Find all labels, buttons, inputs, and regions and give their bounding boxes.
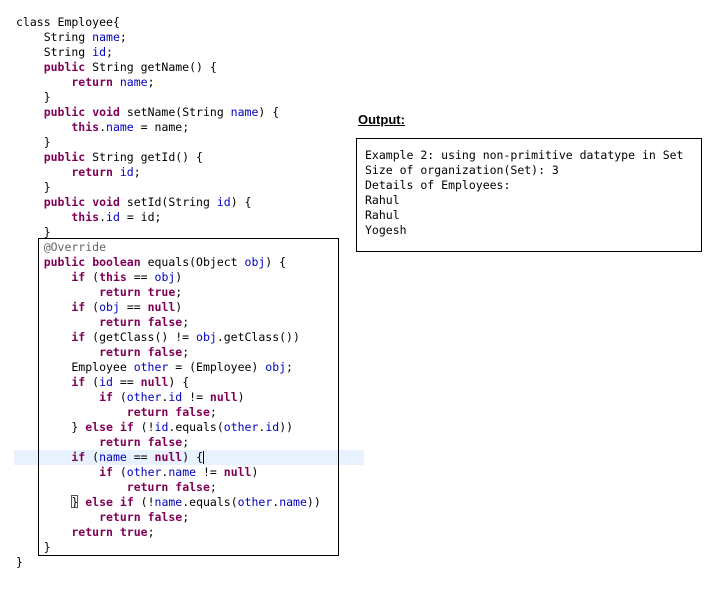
code-token: String getName() { [85,60,217,74]
code-token: name [119,75,148,89]
code-token: this [16,210,100,224]
code-token: = [133,120,155,134]
code-token: setId(String [119,195,217,209]
code-token: name [154,120,183,134]
code-line: } [16,555,23,570]
code-token: ; [182,120,190,134]
code-token: public [16,60,86,74]
output-line: Size of organization(Set): 3 [365,163,559,177]
code-line: public void setId(String id) { [16,195,252,210]
output-line: Rahul [365,193,400,207]
code-token: name [106,120,134,134]
code-token: id [92,45,107,59]
code-line: String id; [16,45,113,60]
output-console: Example 2: using non-primitive datatype … [356,138,702,252]
code-token: ; [106,45,113,59]
code-token: ; [154,210,162,224]
code-token: id [106,210,120,224]
code-token: id [140,210,155,224]
output-line: Rahul [365,208,400,222]
code-token: void [92,195,120,209]
code-line: class Employee{ [16,15,120,30]
code-token: public [16,150,86,164]
code-line: public void setName(String name) { [16,105,279,120]
code-token: void [92,105,120,119]
matching-brace-marker [71,495,78,508]
code-token: return [16,75,113,89]
code-token: . [99,120,107,134]
code-token: String [16,30,93,44]
code-token: id [119,165,134,179]
code-token: name [230,105,259,119]
code-token: class Employee{ [16,15,120,29]
output-line: Details of Employees: [365,178,511,192]
code-line: } [16,180,51,195]
code-line: String name; [16,30,127,45]
code-token: setName(String [119,105,231,119]
output-label: Output: [358,112,405,127]
code-token: . [99,210,107,224]
code-token: = [119,210,141,224]
code-line: public String getName() { [16,60,217,75]
code-line: return name; [16,75,155,90]
code-token: public [16,195,86,209]
code-token: ) { [230,195,252,209]
code-token: return [16,165,113,179]
code-token: id [216,195,231,209]
code-line: return id; [16,165,141,180]
code-token: } [16,135,51,149]
code-line: public String getId() { [16,150,203,165]
code-line: this.name = name; [16,120,189,135]
output-line: Example 2: using non-primitive datatype … [365,148,684,162]
code-token: name [92,30,120,44]
code-token: ; [133,165,141,179]
code-token: } [16,555,23,569]
code-token: String getId() { [85,150,203,164]
code-line: } [16,90,51,105]
code-token: ) { [258,105,280,119]
output-line: Yogesh [365,223,407,237]
code-token: this [16,120,100,134]
code-token: } [16,90,51,104]
equals-method-highlight-box [38,238,339,556]
code-token: String [16,45,93,59]
text-cursor [203,451,204,464]
code-token: ; [119,30,127,44]
code-token: public [16,105,86,119]
code-line: this.id = id; [16,210,161,225]
code-token: } [16,225,51,239]
code-line: } [16,135,51,150]
code-token: ; [147,75,155,89]
code-token: } [16,180,51,194]
